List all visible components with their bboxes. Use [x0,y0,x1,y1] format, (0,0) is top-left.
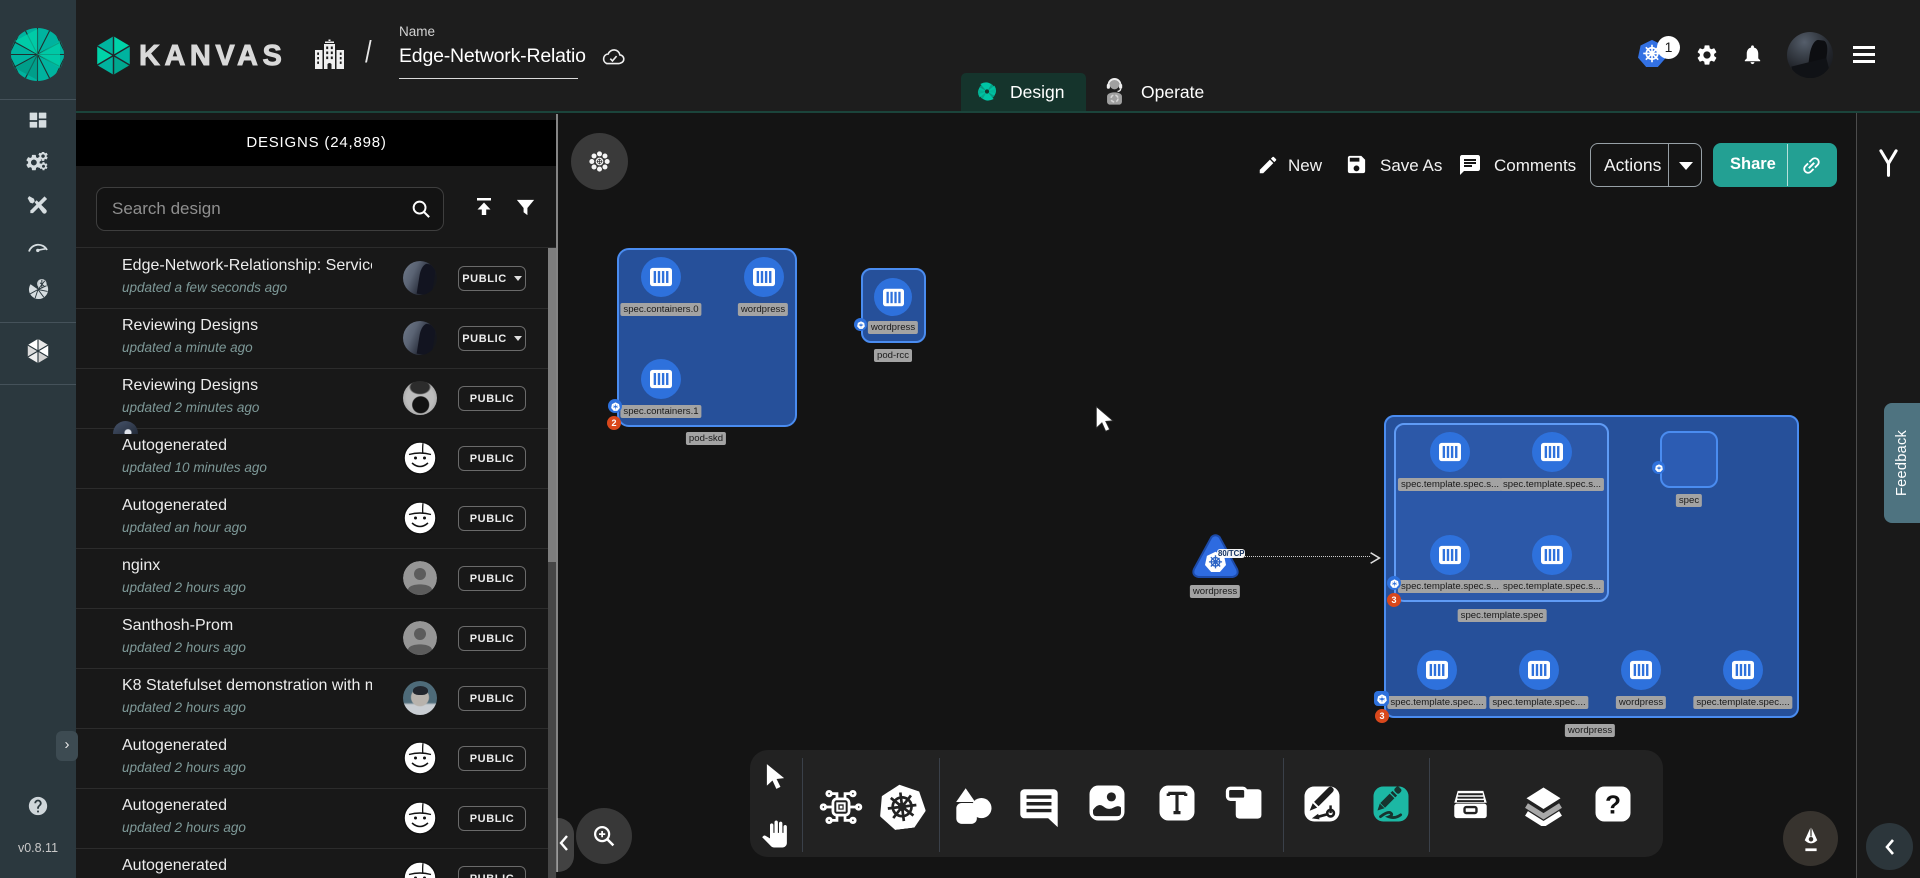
svg-text:?: ? [1605,790,1621,820]
